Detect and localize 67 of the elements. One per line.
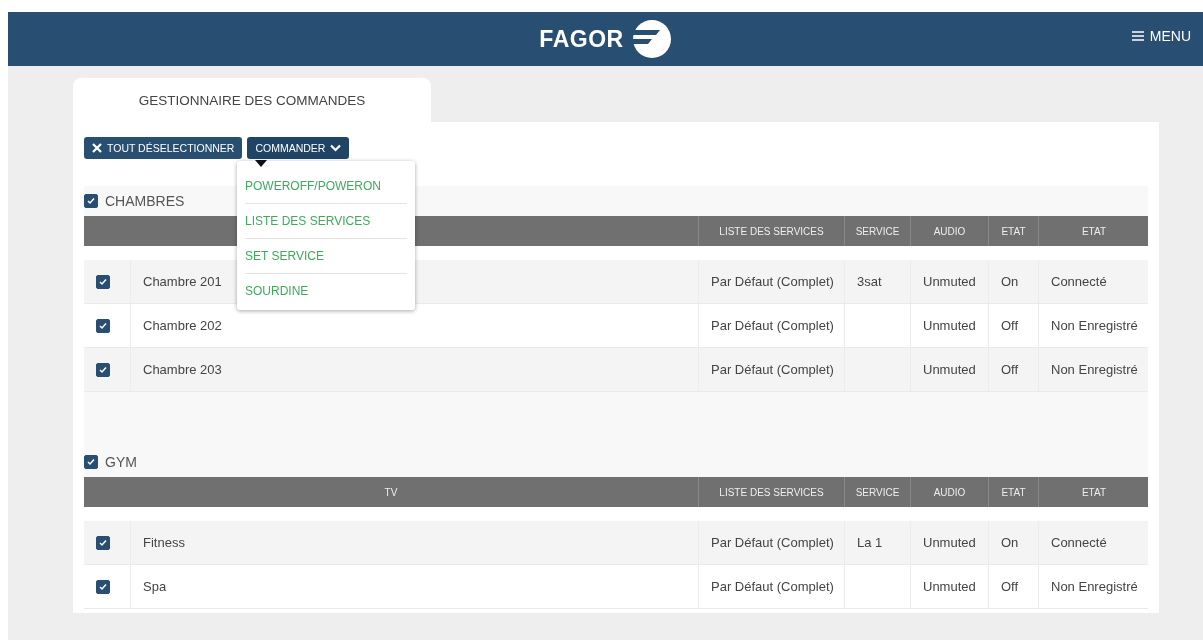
column-header: SERVICE [855, 486, 900, 498]
table-cell: Non Enregistré [1051, 318, 1138, 333]
table-cell: Off [1001, 318, 1019, 333]
checkbox[interactable] [84, 194, 98, 208]
table-cell: Unmuted [923, 579, 976, 594]
menu-button[interactable]: MENU [1131, 28, 1191, 44]
group-name: GYM [105, 454, 137, 470]
table-cell: Par Défaut (Complet) [711, 362, 834, 377]
menu-icon [1131, 31, 1144, 41]
check-icon [98, 276, 108, 287]
table-cell: Connecté [1051, 274, 1107, 289]
table-cell: On [1001, 274, 1019, 289]
check-icon [86, 457, 96, 467]
check-icon [98, 364, 108, 375]
table-cell: Unmuted [923, 362, 976, 377]
table-cell: Off [1001, 362, 1019, 377]
column-header: LISTE DES SERVICES [719, 486, 824, 498]
table-cell: 3sat [857, 274, 882, 289]
table-row[interactable]: Chambre 203 Par Défaut (Complet) Unmuted Off Non Enregistré [84, 348, 1148, 392]
table-cell: Unmuted [923, 318, 976, 333]
table-row[interactable]: Fitness Par Défaut (Complet) La 1 Unmuted On Connecté [84, 521, 1148, 565]
table-row[interactable]: Chambre 202 Par Défaut (Complet) Unmuted Off Non Enregistré [84, 304, 1148, 348]
table-cell: La 1 [857, 535, 883, 550]
checkbox[interactable] [96, 318, 110, 333]
check-icon [98, 537, 108, 548]
table-cell: Chambre 202 [143, 318, 222, 333]
table-cell: On [1001, 535, 1019, 550]
column-header: AUDIO [933, 486, 966, 498]
table-cell: Off [1001, 579, 1019, 594]
command-button[interactable]: COMMANDER [247, 137, 350, 159]
check-icon [98, 320, 108, 331]
table-cell: Unmuted [923, 535, 976, 550]
column-header: ETAT [1001, 225, 1026, 237]
table-row[interactable]: Spa Par Défaut (Complet) Unmuted Off Non Enregistré [84, 565, 1148, 609]
checkbox[interactable] [96, 362, 110, 377]
check-icon [86, 196, 96, 206]
column-header: ETAT [1001, 486, 1026, 498]
table-cell: Unmuted [923, 274, 976, 289]
table-cell: Fitness [143, 535, 185, 550]
table-cell: Connecté [1051, 535, 1107, 550]
checkbox[interactable] [96, 579, 110, 594]
checkbox[interactable] [84, 455, 98, 469]
checkbox[interactable] [96, 535, 110, 550]
column-header: AUDIO [933, 225, 966, 237]
table-cell: Chambre 201 [143, 274, 222, 289]
table-cell: Spa [143, 579, 167, 594]
table-cell: Par Défaut (Complet) [711, 579, 834, 594]
close-icon [92, 143, 102, 153]
table-cell: Par Défaut (Complet) [711, 274, 834, 289]
deselect-all-button[interactable]: TOUT DÉSELECTIONNER [84, 137, 243, 159]
chevron-down-icon [330, 144, 342, 152]
column-header: ETAT [1081, 225, 1107, 237]
group-name: CHAMBRES [105, 193, 185, 209]
table-cell: Non Enregistré [1051, 362, 1138, 377]
column-header: ETAT [1081, 486, 1107, 498]
checkbox[interactable] [96, 274, 110, 289]
table-cell: Par Défaut (Complet) [711, 535, 834, 550]
logo-text: FAGOR [539, 25, 624, 53]
check-icon [98, 581, 108, 592]
table-cell: Non Enregistré [1051, 579, 1138, 594]
column-header: TV [384, 486, 398, 498]
table-cell: Par Défaut (Complet) [711, 318, 834, 333]
tab[interactable]: GESTIONNAIRE DES COMMANDES [73, 78, 431, 122]
logo-icon [631, 19, 672, 59]
column-header: LISTE DES SERVICES [719, 225, 824, 237]
column-header: SERVICE [855, 225, 900, 237]
table-cell: Chambre 203 [143, 362, 222, 377]
